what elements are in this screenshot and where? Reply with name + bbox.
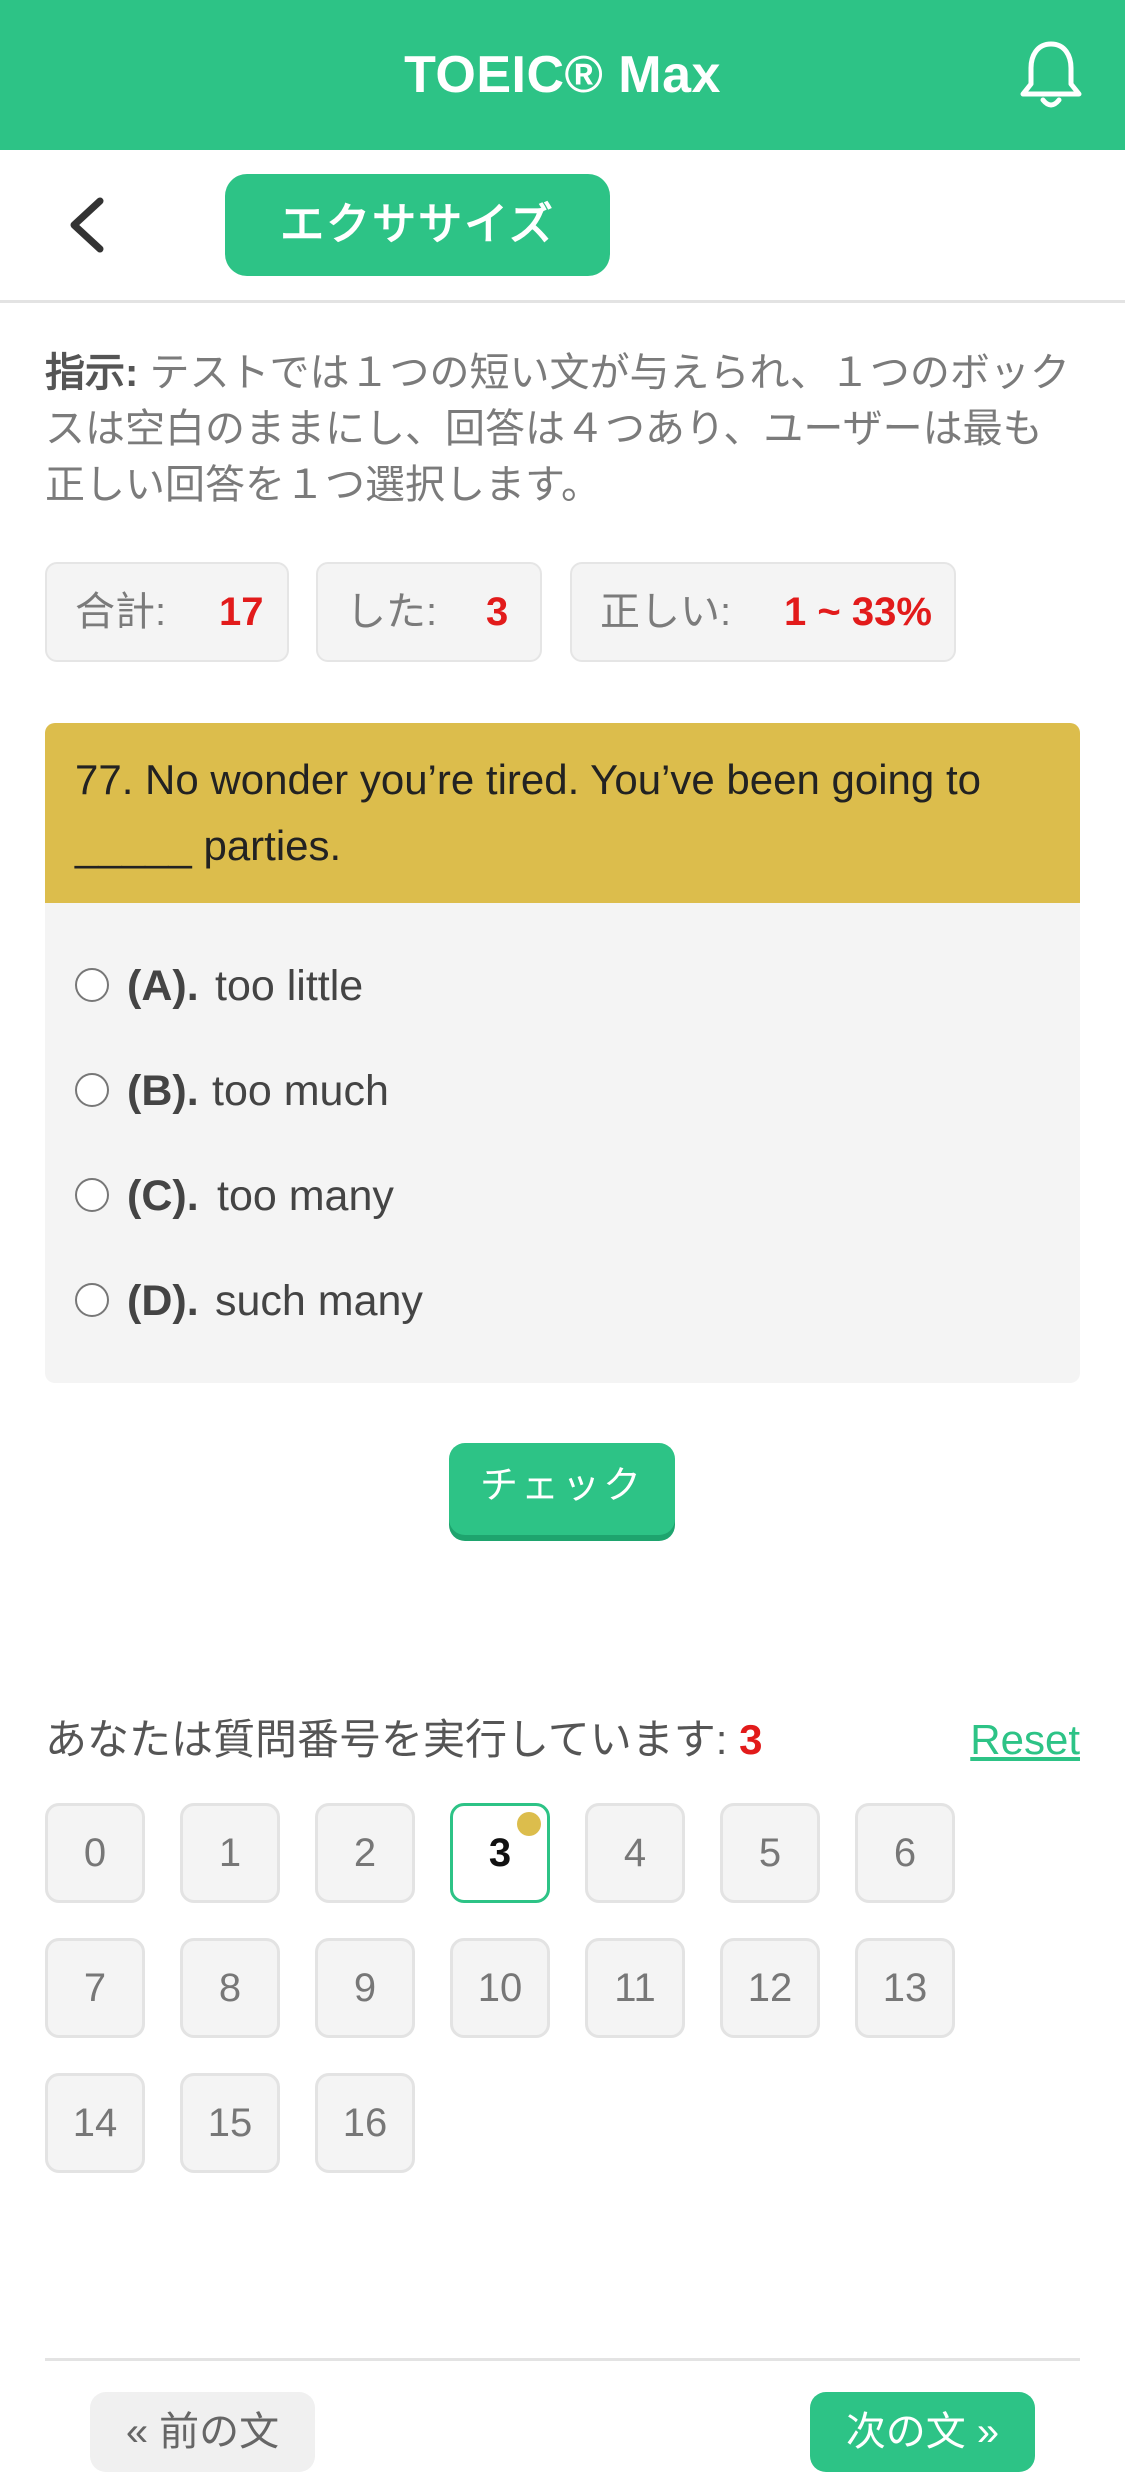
- question-number-button[interactable]: 14: [45, 2073, 145, 2173]
- stat-done: した: 3: [316, 562, 542, 662]
- question-number-button[interactable]: 11: [585, 1938, 685, 2038]
- stat-correct: 正しい: 1 ~ 33%: [570, 562, 956, 662]
- progress-label-text: あなたは質問番号を実行しています:: [45, 1716, 728, 1763]
- check-button[interactable]: チェック: [449, 1443, 675, 1535]
- question-number-button[interactable]: 8: [180, 1938, 280, 2038]
- question-number-button[interactable]: 10: [450, 1938, 550, 2038]
- current-question-number: 3: [739, 1716, 763, 1763]
- exercise-button[interactable]: エクササイズ: [225, 174, 610, 276]
- app-title: TOEIC® Max: [404, 46, 721, 104]
- question-number-button[interactable]: 0: [45, 1803, 145, 1903]
- stat-done-value: 3: [486, 590, 509, 634]
- sub-header: エクササイズ: [0, 150, 1125, 303]
- app-header: TOEIC® Max: [0, 0, 1125, 150]
- question-card: 77. No wonder you’re tired. You’ve been …: [45, 723, 1080, 1383]
- bell-icon[interactable]: [1017, 38, 1085, 110]
- question-number-button[interactable]: 15: [180, 2073, 280, 2173]
- stat-correct-value: 1 ~ 33%: [784, 590, 932, 634]
- question-number-button[interactable]: 7: [45, 1938, 145, 2038]
- question-number-button[interactable]: 1: [180, 1803, 280, 1903]
- stat-total-label: 合計:: [75, 590, 167, 634]
- question-number-button[interactable]: 12: [720, 1938, 820, 2038]
- question-number-label: 3: [488, 1831, 512, 1875]
- option-letter: (A).: [127, 962, 199, 1010]
- question-number-button[interactable]: 2: [315, 1803, 415, 1903]
- question-number-button-active[interactable]: 3: [450, 1803, 550, 1903]
- option-c[interactable]: (C). too many: [75, 1161, 1055, 1231]
- question-number-button[interactable]: 4: [585, 1803, 685, 1903]
- radio-button[interactable]: [75, 1283, 109, 1317]
- next-sentence-button[interactable]: 次の文 »: [810, 2392, 1035, 2472]
- chevron-left-icon[interactable]: [60, 195, 120, 255]
- option-text: too many: [217, 1172, 394, 1220]
- instructions: 指示: テストでは１つの短い文が与えられ、１つのボックスは空白のままにし、回答は…: [45, 345, 1080, 513]
- option-d[interactable]: (D). such many: [75, 1266, 1055, 1336]
- radio-button[interactable]: [75, 1178, 109, 1212]
- footer-divider: [45, 2358, 1080, 2361]
- option-text: such many: [215, 1277, 423, 1325]
- question-text: 77. No wonder you’re tired. You’ve been …: [75, 756, 981, 869]
- stat-correct-label: 正しい:: [600, 590, 732, 634]
- stat-total-value: 17: [219, 590, 264, 634]
- question-number-button[interactable]: 9: [315, 1938, 415, 2038]
- option-letter: (D).: [127, 1277, 199, 1325]
- question-number-button[interactable]: 16: [315, 2073, 415, 2173]
- option-letter: (C).: [127, 1172, 199, 1220]
- instructions-label: 指示:: [45, 351, 139, 395]
- progress-label: あなたは質問番号を実行しています: 3: [45, 1712, 762, 1768]
- instructions-text: テストでは１つの短い文が与えられ、１つのボックスは空白のままにし、回答は４つあり…: [45, 351, 1070, 507]
- question-number-button[interactable]: 5: [720, 1803, 820, 1903]
- option-a[interactable]: (A). too little: [75, 951, 1055, 1021]
- previous-sentence-button[interactable]: « 前の文: [90, 2392, 315, 2472]
- stat-total: 合計: 17: [45, 562, 289, 662]
- question-header: 77. No wonder you’re tired. You’ve been …: [45, 723, 1080, 903]
- option-letter: (B).: [127, 1067, 199, 1115]
- option-text: too little: [215, 962, 364, 1010]
- option-text: too much: [212, 1067, 389, 1115]
- current-indicator-dot: [517, 1812, 541, 1836]
- radio-button[interactable]: [75, 1073, 109, 1107]
- stat-done-label: した:: [346, 590, 438, 634]
- question-number-button[interactable]: 13: [855, 1938, 955, 2038]
- option-b[interactable]: (B). too much: [75, 1056, 1055, 1126]
- radio-button[interactable]: [75, 968, 109, 1002]
- question-number-button[interactable]: 6: [855, 1803, 955, 1903]
- reset-link[interactable]: Reset: [970, 1712, 1080, 1768]
